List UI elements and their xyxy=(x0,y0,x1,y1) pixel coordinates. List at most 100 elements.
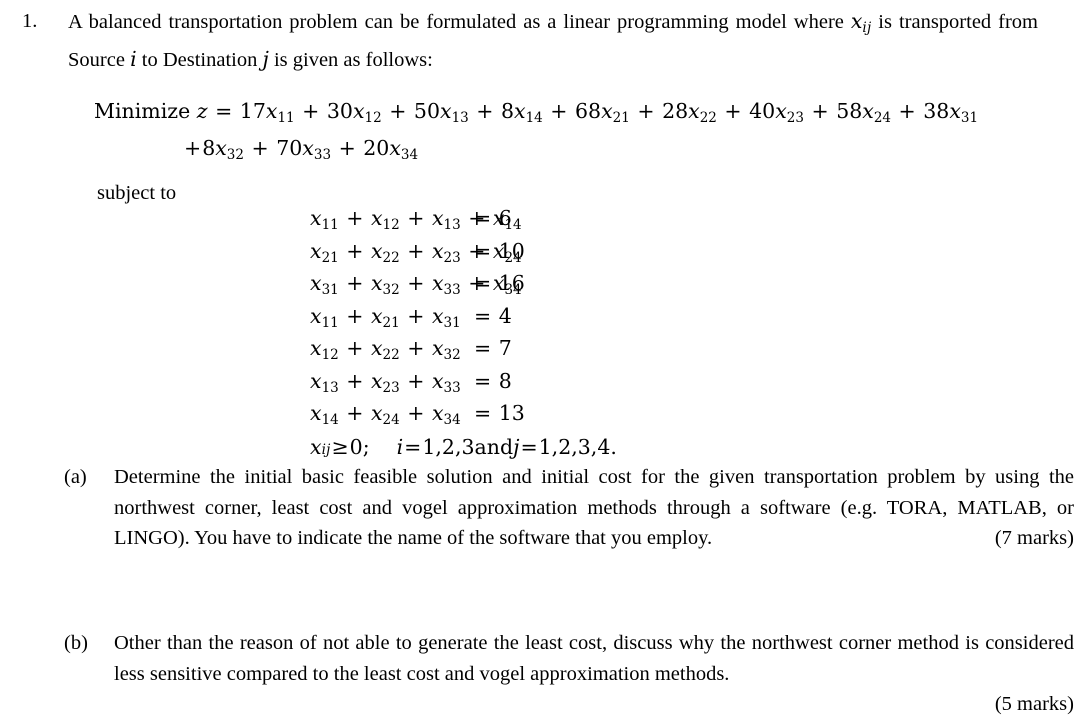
constraint-rhs-value: 13 xyxy=(498,401,525,426)
question-1-block: 1. A balanced transportation problem can… xyxy=(0,6,1078,76)
objective-variable-subscript: 13 xyxy=(451,110,469,127)
objective-variable: x xyxy=(601,99,613,123)
constraint-rhs-value: 6 xyxy=(498,206,512,230)
constraint-relation: = xyxy=(474,368,498,393)
constraint-variable-subscript: 12 xyxy=(321,347,339,364)
constraint-variable: x xyxy=(431,303,444,328)
objective-variable: x xyxy=(302,136,314,161)
constraint-relation: = xyxy=(474,238,498,263)
objective-coefficient: 70 xyxy=(276,136,303,161)
objective-operator: + xyxy=(469,99,500,123)
constraint-line: x31 + x32 + x33 + x34 = 16 xyxy=(310,271,617,304)
constraint-variable: x xyxy=(431,206,444,230)
constraint-variable: x xyxy=(310,401,322,426)
constraint-relation: = xyxy=(474,401,498,426)
objective-coefficient: 50 xyxy=(413,99,441,123)
constraint-variable-subscript: 14 xyxy=(321,412,339,429)
constraint-rhs-value: 4 xyxy=(498,303,512,328)
constraint-lhs: x11 + x21 + x31 xyxy=(310,304,473,337)
constraint-variable-subscript: 13 xyxy=(443,217,461,234)
constraint-lhs: x31 + x32 + x33 + x34 xyxy=(310,271,522,304)
nonnegativity-subscript: ij xyxy=(321,441,331,458)
constraint-variable-subscript: 11 xyxy=(321,217,339,234)
objective-variable-subscript: 12 xyxy=(364,110,382,127)
objective-label: Minimize xyxy=(94,99,197,123)
objective-coefficient: 58 xyxy=(836,99,863,123)
constraint-line: x11 + x21 + x31 = 4 xyxy=(310,304,617,337)
objective-variable: x xyxy=(688,99,700,123)
constraint-variable-subscript: 34 xyxy=(443,412,461,429)
constraint-variable-subscript: 22 xyxy=(382,347,400,364)
objective-variable: x xyxy=(862,99,874,123)
index-conjunction: and xyxy=(474,434,514,459)
objective-operator: + xyxy=(244,136,276,161)
constraint-line: x21 + x22 + x23 + x24 = 10 xyxy=(310,239,617,272)
objective-coefficient: 30 xyxy=(326,99,353,123)
constraint-variable: x xyxy=(370,336,383,361)
objective-variable-subscript: 23 xyxy=(786,110,804,127)
objective-variable: x xyxy=(265,99,278,123)
constraint-plus: + xyxy=(339,401,370,426)
index-i-values: 1,2,3 xyxy=(422,434,475,459)
constraints-block: x11 + x12 + x13 + x14 = 6 x21 + x22 + x23 … xyxy=(310,206,617,463)
constraint-line: x13 + x23 + x33 = 8 xyxy=(310,369,617,402)
constraint-variable: x xyxy=(370,238,383,263)
objective-line-2-terms: +8x32 + 70x33 + 20x34 xyxy=(183,136,419,164)
constraint-rhs-value: 7 xyxy=(498,336,512,361)
constraint-variable-subscript: 13 xyxy=(321,379,339,396)
constraint-variable: x xyxy=(370,206,383,230)
objective-operator: + xyxy=(184,136,202,161)
nonnegativity-line: x ij ≥ 0; i = 1,2,3 and j = 1,2,3,4. xyxy=(310,435,617,464)
objective-variable: x xyxy=(440,99,452,123)
objective-variable-subscript: 32 xyxy=(226,147,244,164)
objective-operator: + xyxy=(543,99,574,123)
constraint-variable: x xyxy=(310,206,322,230)
objective-function: Minimize z = 17x11 + 30x12 + 50x13 + 8x1… xyxy=(94,96,1054,170)
constraint-plus: + xyxy=(339,271,370,296)
constraint-rhs: = 13 xyxy=(473,401,525,429)
constraint-variable-subscript: 11 xyxy=(321,314,339,331)
objective-equals: = xyxy=(208,99,239,123)
constraint-variable-subscript: 32 xyxy=(382,282,400,299)
constraint-plus: + xyxy=(400,238,431,263)
nonnegativity-relation: ≥ xyxy=(331,434,349,459)
objective-variable-subscript: 34 xyxy=(400,147,419,164)
constraint-variable-subscript: 32 xyxy=(443,347,461,364)
stem-segment-3: to Destination xyxy=(136,49,263,72)
objective-operator: + xyxy=(332,136,363,161)
objective-coefficient: 20 xyxy=(363,136,390,161)
part-b-marks: (5 marks) xyxy=(994,693,1074,715)
objective-operator: + xyxy=(295,99,326,123)
question-number: 1. xyxy=(22,10,38,32)
constraint-relation: = xyxy=(474,303,498,328)
constraint-variable-subscript: 31 xyxy=(321,282,339,299)
constraint-plus: + xyxy=(400,368,431,393)
objective-variable-subscript: 31 xyxy=(960,110,979,127)
constraint-variable: x xyxy=(370,368,383,393)
constraint-variable: x xyxy=(310,238,322,263)
index-j-values: 1,2,3,4. xyxy=(538,434,617,459)
objective-operator: + xyxy=(804,99,836,123)
objective-variable: x xyxy=(514,99,526,123)
index-j-equals: = xyxy=(520,434,538,459)
constraint-plus: + xyxy=(339,368,370,393)
objective-variable-subscript: 21 xyxy=(612,110,630,127)
constraint-variable-subscript: 23 xyxy=(382,379,400,396)
stem-variable-x: x xyxy=(850,9,863,33)
objective-coefficient: 28 xyxy=(662,99,689,123)
constraint-plus: + xyxy=(339,238,370,263)
objective-operator: + xyxy=(892,99,923,123)
constraint-rhs: = 16 xyxy=(473,271,525,299)
objective-variable: x xyxy=(352,99,365,123)
constraint-plus: + xyxy=(339,303,370,328)
constraint-variable: x xyxy=(310,368,322,393)
constraint-plus: + xyxy=(400,206,431,230)
objective-coefficient: 17 xyxy=(239,99,266,123)
objective-line-1: Minimize z = 17x11 + 30x12 + 50x13 + 8x1… xyxy=(94,96,1054,133)
constraint-variable: x xyxy=(431,401,444,426)
constraint-rhs-value: 8 xyxy=(498,368,512,393)
constraint-plus: + xyxy=(400,303,431,328)
constraint-lhs: x13 + x23 + x33 xyxy=(310,369,473,402)
constraint-variable: x xyxy=(370,401,383,426)
objective-variable: x xyxy=(775,99,787,123)
